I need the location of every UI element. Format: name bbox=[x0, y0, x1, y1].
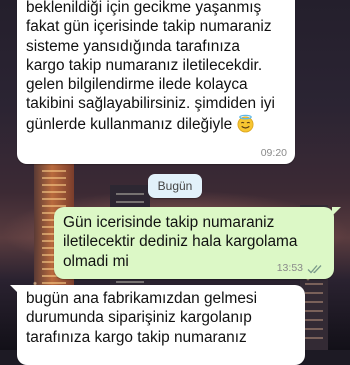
smiling-face-with-halo-icon bbox=[238, 114, 254, 133]
bubble-tail bbox=[332, 207, 341, 216]
date-separator: Bugün bbox=[148, 174, 202, 198]
message-timestamp: 09:20 bbox=[260, 147, 287, 159]
message-text: bugün ana fabrikamızdan gelmesi durumund… bbox=[26, 290, 258, 346]
message-text: beklenildiği için gecikme yaşanmış fakat… bbox=[26, 0, 275, 133]
bubble-tail bbox=[10, 285, 19, 294]
outgoing-message-bubble[interactable]: Gün icerisinde takip numaraniz iletilece… bbox=[54, 207, 341, 279]
message-timestamp: 13:53 bbox=[276, 262, 303, 274]
incoming-message-bubble[interactable]: beklenildiği için gecikme yaşanmış fakat… bbox=[17, 0, 295, 164]
incoming-message-bubble[interactable]: bugün ana fabrikamızdan gelmesi durumund… bbox=[10, 285, 305, 365]
read-double-check-icon bbox=[307, 265, 322, 274]
